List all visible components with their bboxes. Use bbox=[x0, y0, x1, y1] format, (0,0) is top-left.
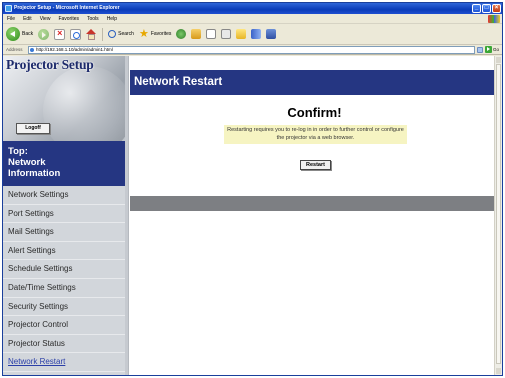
main-scrollbar[interactable] bbox=[494, 56, 502, 375]
scroll-up-icon[interactable] bbox=[496, 57, 501, 63]
history-icon[interactable] bbox=[191, 29, 202, 39]
go-button[interactable]: Go bbox=[484, 46, 502, 53]
search-button[interactable]: Search bbox=[108, 30, 134, 38]
favorites-label: Favorites bbox=[150, 31, 172, 37]
go-arrow-icon bbox=[484, 46, 492, 53]
back-label: Back bbox=[22, 31, 34, 37]
confirm-heading: Confirm! bbox=[287, 105, 342, 120]
restart-message: Restarting requires you to re-log in in … bbox=[224, 125, 407, 144]
search-label: Search bbox=[118, 31, 134, 37]
forward-arrow-icon[interactable] bbox=[38, 28, 50, 40]
footer-band bbox=[130, 196, 499, 211]
menu-favorites[interactable]: Favorites bbox=[58, 14, 79, 23]
top-nav-line-1: Top: bbox=[8, 146, 28, 157]
sidebar-item-port-settings[interactable]: Port Settings bbox=[3, 205, 125, 224]
ie-app-icon bbox=[5, 5, 12, 12]
menu-help[interactable]: Help bbox=[107, 14, 117, 23]
discuss-icon[interactable] bbox=[251, 29, 262, 39]
sidebar-item-security-settings[interactable]: Security Settings bbox=[3, 298, 125, 317]
back-button[interactable]: Back bbox=[6, 27, 33, 41]
sidebar-item-date-time-settings[interactable]: Date/Time Settings bbox=[3, 279, 125, 298]
home-icon[interactable] bbox=[86, 28, 97, 40]
menu-bar: File Edit View Favorites Tools Help bbox=[3, 14, 502, 24]
sidebar-item-alert-settings[interactable]: Alert Settings bbox=[3, 242, 125, 261]
sidebar-item-schedule-settings[interactable]: Schedule Settings bbox=[3, 260, 125, 279]
sidebar: Projector Setup Logoff Top: Network Info… bbox=[3, 56, 129, 375]
menu-edit[interactable]: Edit bbox=[23, 14, 32, 23]
restart-button[interactable]: Restart bbox=[300, 160, 331, 170]
minimize-button[interactable]: _ bbox=[472, 4, 481, 13]
windows-flag-icon bbox=[488, 15, 500, 23]
sidebar-item-projector-status[interactable]: Projector Status bbox=[3, 335, 125, 354]
sidebar-item-projector-control[interactable]: Projector Control bbox=[3, 316, 125, 335]
scroll-down-icon[interactable] bbox=[496, 368, 501, 374]
mail-icon[interactable] bbox=[206, 29, 217, 39]
window-controls: _ □ × bbox=[472, 4, 501, 13]
title-bar: Projector Setup - Microsoft Internet Exp… bbox=[3, 3, 502, 14]
stop-icon[interactable] bbox=[54, 28, 66, 40]
sidebar-item-network-settings[interactable]: Network Settings bbox=[3, 186, 125, 205]
go-label: Go bbox=[492, 47, 499, 52]
toolbar-separator bbox=[102, 27, 104, 41]
page-title: Network Restart bbox=[130, 70, 499, 95]
folder-icon[interactable] bbox=[236, 29, 247, 39]
logo: Projector Setup bbox=[6, 57, 94, 72]
window-title: Projector Setup - Microsoft Internet Exp… bbox=[14, 5, 120, 11]
menu-view[interactable]: View bbox=[40, 14, 51, 23]
page-content: Projector Setup Logoff Top: Network Info… bbox=[3, 56, 502, 375]
address-label: Address bbox=[6, 47, 23, 52]
sidebar-menu: Network Settings Port Settings Mail Sett… bbox=[3, 186, 125, 372]
print-icon[interactable] bbox=[221, 29, 232, 39]
sidebar-scrollbar[interactable] bbox=[125, 56, 128, 375]
toolbar: Back Search ★ Favorites bbox=[3, 24, 502, 45]
favorites-star-icon: ★ bbox=[138, 28, 149, 40]
menu-file[interactable]: File bbox=[7, 14, 15, 23]
refresh-icon[interactable] bbox=[70, 28, 82, 40]
media-icon[interactable] bbox=[176, 29, 187, 39]
browser-window: Projector Setup - Microsoft Internet Exp… bbox=[2, 2, 503, 376]
address-bar: Address http://192.168.1.10/admin/admin1… bbox=[3, 45, 502, 55]
messenger-icon[interactable] bbox=[266, 29, 277, 39]
banner-graphic bbox=[43, 66, 125, 141]
sidebar-item-network-restart[interactable]: Network Restart bbox=[3, 353, 125, 372]
scroll-thumb[interactable] bbox=[496, 64, 501, 364]
top-nav-line-3: Information bbox=[8, 168, 61, 179]
favorites-button[interactable]: ★ Favorites bbox=[138, 28, 172, 40]
sidebar-item-top-network-information[interactable]: Top: Network Information bbox=[3, 141, 125, 186]
logoff-button[interactable]: Logoff bbox=[16, 123, 50, 134]
address-dropdown-icon[interactable] bbox=[476, 46, 483, 53]
maximize-button[interactable]: □ bbox=[482, 4, 491, 13]
top-nav-line-2: Network bbox=[8, 157, 46, 168]
sidebar-item-mail-settings[interactable]: Mail Settings bbox=[3, 223, 125, 242]
address-input[interactable]: http://192.168.1.10/admin/admin1.html bbox=[28, 45, 475, 54]
main-panel: Network Restart Confirm! Restarting requ… bbox=[129, 56, 502, 375]
back-arrow-icon bbox=[6, 27, 20, 41]
close-button[interactable]: × bbox=[492, 4, 501, 13]
projector-setup-banner: Projector Setup Logoff bbox=[3, 56, 125, 141]
search-icon bbox=[108, 30, 117, 38]
menu-tools[interactable]: Tools bbox=[87, 14, 99, 23]
